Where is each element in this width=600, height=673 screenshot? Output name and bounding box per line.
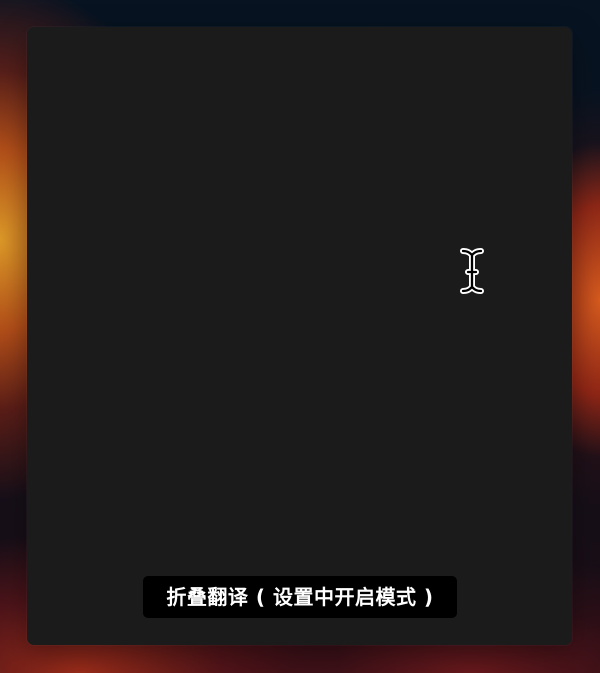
feature-caption: 折叠翻译 ( 设置中开启模式 ) bbox=[143, 576, 457, 618]
text-cursor-icon bbox=[460, 248, 484, 294]
translation-panel[interactable] bbox=[27, 27, 572, 645]
